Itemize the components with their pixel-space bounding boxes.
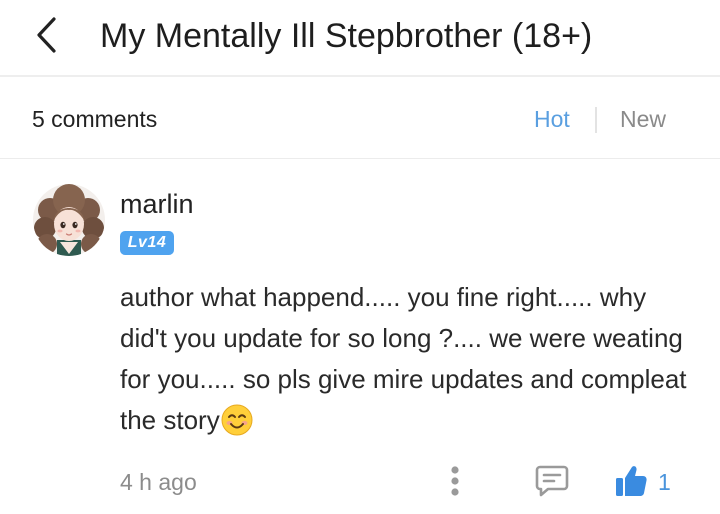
username[interactable]: marlin — [120, 184, 194, 224]
level-badge: Lv14 — [120, 231, 174, 255]
chevron-left-icon — [37, 17, 56, 53]
sort-new-tab[interactable]: New — [620, 99, 666, 139]
like-button[interactable] — [609, 458, 653, 504]
comment-body: author what happend..... you fine right.… — [120, 282, 687, 435]
avatar[interactable] — [33, 184, 105, 256]
more-options-button[interactable] — [440, 458, 470, 504]
comments-toolbar: 5 comments Hot New — [0, 77, 720, 159]
comment-timestamp: 4 h ago — [120, 469, 197, 495]
like-count: 1 — [658, 469, 671, 495]
sort-divider — [595, 107, 597, 133]
top-bar: My Mentally Ill Stepbrother (18+) — [0, 0, 720, 77]
smiling-face-emoji — [221, 404, 253, 448]
more-vertical-icon — [451, 466, 459, 496]
reply-button[interactable] — [530, 458, 574, 504]
thumbs-up-icon — [616, 466, 647, 496]
comment-text: author what happend..... you fine right.… — [120, 277, 700, 448]
sort-hot-tab[interactable]: Hot — [534, 99, 570, 139]
user-avatar-image — [33, 184, 105, 256]
comment-icon — [535, 465, 569, 497]
comment-count: 5 comments — [32, 106, 158, 132]
page-title: My Mentally Ill Stepbrother (18+) — [100, 17, 593, 55]
back-button[interactable] — [24, 10, 68, 60]
